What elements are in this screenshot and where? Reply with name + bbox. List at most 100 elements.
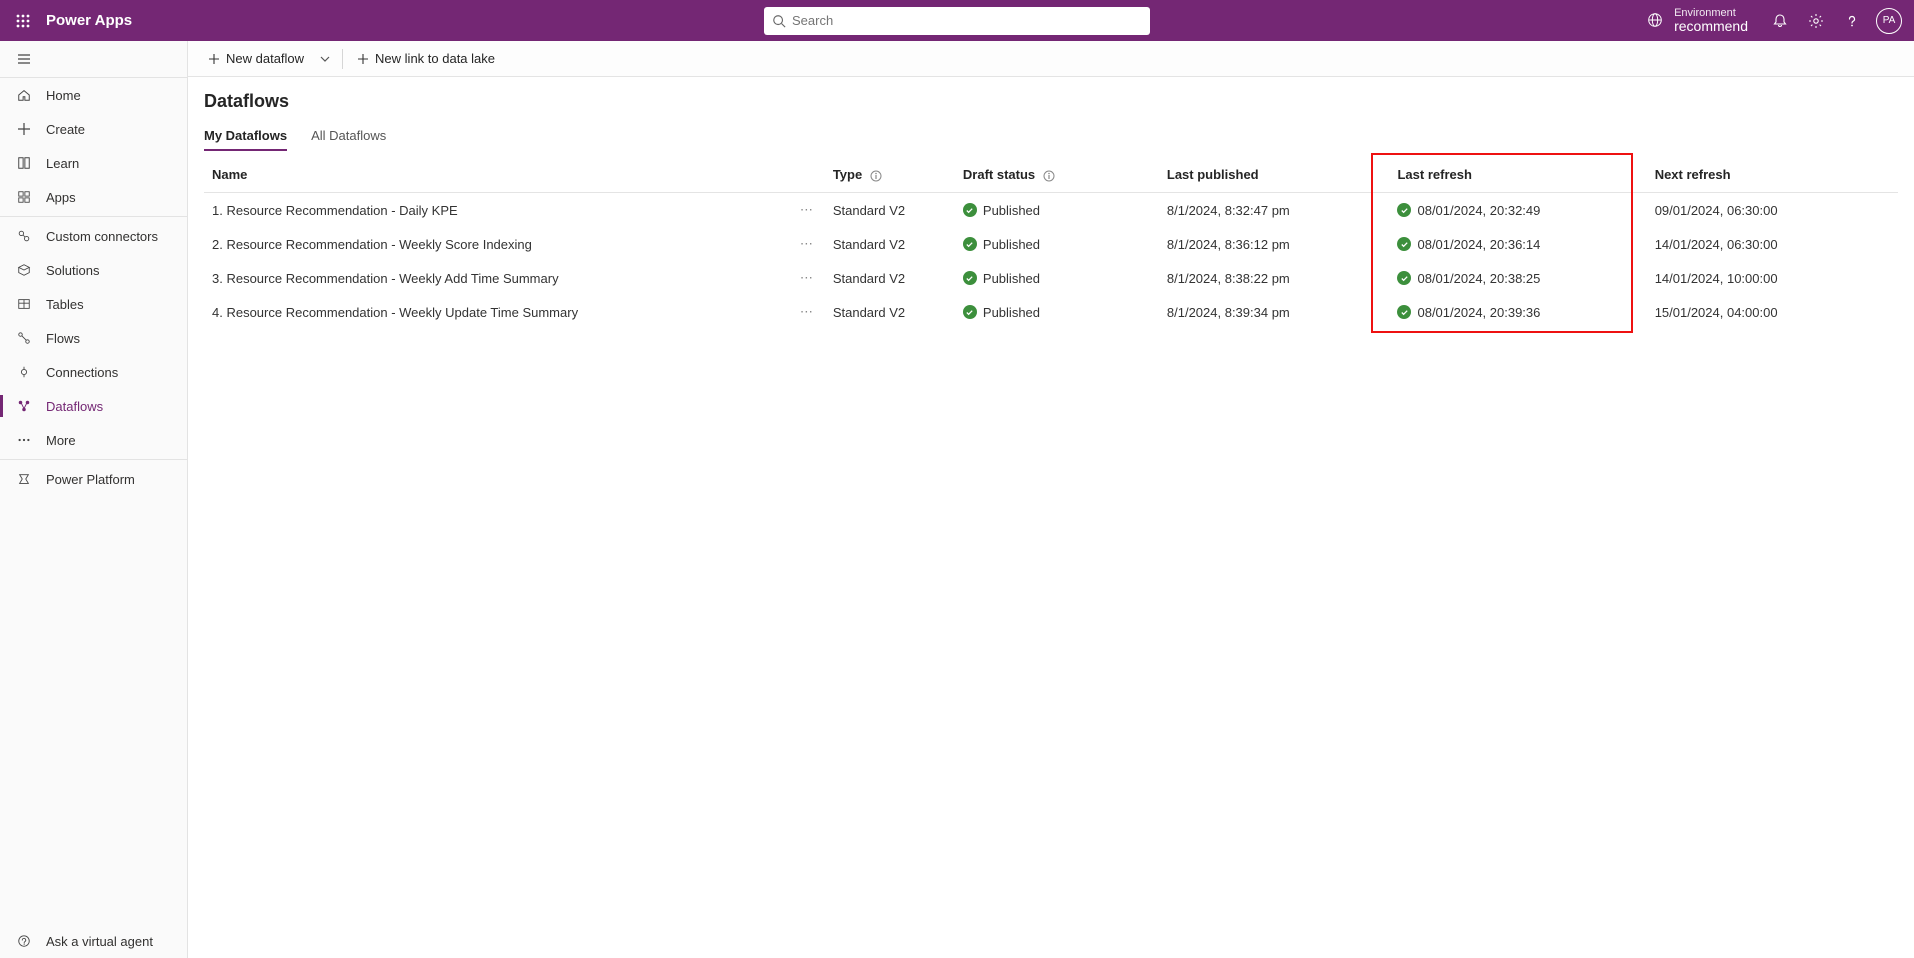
new-link-data-lake-button[interactable]: New link to data lake xyxy=(349,44,503,74)
cell-published: 8/1/2024, 8:36:12 pm xyxy=(1159,227,1390,261)
nav-label: Ask a virtual agent xyxy=(46,934,153,949)
environment-name: recommend xyxy=(1674,19,1748,34)
cell-draft: Published xyxy=(955,261,1159,295)
check-circle-icon xyxy=(963,271,977,285)
notifications-button[interactable] xyxy=(1762,3,1798,39)
cell-next-refresh: 14/01/2024, 10:00:00 xyxy=(1647,261,1898,295)
nav-learn[interactable]: Learn xyxy=(0,146,187,180)
cell-name: 1. Resource Recommendation - Daily KPE ⋯ xyxy=(204,193,825,228)
col-header-draft[interactable]: Draft status xyxy=(955,157,1159,193)
home-icon xyxy=(17,88,31,102)
col-header-name[interactable]: Name xyxy=(204,157,825,193)
nav-label: Dataflows xyxy=(46,399,103,414)
nav-home[interactable]: Home xyxy=(0,78,187,112)
info-icon[interactable] xyxy=(1043,170,1055,182)
apps-icon xyxy=(17,190,31,204)
nav-label: More xyxy=(46,433,76,448)
nav-dataflows[interactable]: Dataflows xyxy=(0,389,187,423)
flows-icon xyxy=(17,331,31,345)
nav-label: Learn xyxy=(46,156,79,171)
ask-virtual-agent[interactable]: Ask a virtual agent xyxy=(0,924,187,958)
check-circle-icon xyxy=(963,237,977,251)
nav-power-platform[interactable]: Power Platform xyxy=(0,462,187,496)
cell-name: 2. Resource Recommendation - Weekly Scor… xyxy=(204,227,825,261)
table-row[interactable]: 3. Resource Recommendation - Weekly Add … xyxy=(204,261,1898,295)
plus-icon xyxy=(208,53,220,65)
check-circle-icon xyxy=(963,305,977,319)
chat-help-icon xyxy=(17,934,31,948)
search-input[interactable] xyxy=(786,13,1142,28)
row-more-button[interactable]: ⋯ xyxy=(796,236,817,252)
table-header-row: Name Type Draft status Last published La… xyxy=(204,157,1898,193)
environment-label: Environment xyxy=(1674,7,1748,19)
check-circle-icon xyxy=(1397,203,1411,217)
table-row[interactable]: 1. Resource Recommendation - Daily KPE ⋯… xyxy=(204,193,1898,228)
cell-name: 4. Resource Recommendation - Weekly Upda… xyxy=(204,295,825,329)
nav-tables[interactable]: Tables xyxy=(0,287,187,321)
table-row[interactable]: 2. Resource Recommendation - Weekly Scor… xyxy=(204,227,1898,261)
app-title: Power Apps xyxy=(46,12,132,29)
row-more-button[interactable]: ⋯ xyxy=(796,270,817,286)
nav-label: Power Platform xyxy=(46,472,135,487)
nav-create[interactable]: Create xyxy=(0,112,187,146)
check-circle-icon xyxy=(963,203,977,217)
tab-all-dataflows[interactable]: All Dataflows xyxy=(311,122,386,151)
search-box[interactable] xyxy=(764,7,1150,35)
settings-button[interactable] xyxy=(1798,3,1834,39)
nav-collapse-button[interactable] xyxy=(0,41,187,77)
tab-label: All Dataflows xyxy=(311,128,386,143)
help-button[interactable] xyxy=(1834,3,1870,39)
plus-icon xyxy=(357,53,369,65)
tab-my-dataflows[interactable]: My Dataflows xyxy=(204,122,287,151)
nav-connections[interactable]: Connections xyxy=(0,355,187,389)
waffle-icon xyxy=(16,14,30,28)
connections-icon xyxy=(17,365,31,379)
nav-label: Create xyxy=(46,122,85,137)
col-header-type[interactable]: Type xyxy=(825,157,955,193)
row-more-button[interactable]: ⋯ xyxy=(796,202,817,218)
nav-label: Solutions xyxy=(46,263,99,278)
cell-draft: Published xyxy=(955,227,1159,261)
cell-draft: Published xyxy=(955,193,1159,228)
cell-next-refresh: 09/01/2024, 06:30:00 xyxy=(1647,193,1898,228)
cell-published: 8/1/2024, 8:39:34 pm xyxy=(1159,295,1390,329)
new-dataflow-button[interactable]: New dataflow xyxy=(200,44,312,74)
nav-solutions[interactable]: Solutions xyxy=(0,253,187,287)
command-bar: New dataflow New link to data lake xyxy=(188,41,1914,77)
titlebar: Power Apps Environment recommend PA xyxy=(0,0,1914,41)
info-icon[interactable] xyxy=(870,170,882,182)
table-row[interactable]: 4. Resource Recommendation - Weekly Upda… xyxy=(204,295,1898,329)
cell-type: Standard V2 xyxy=(825,193,955,228)
col-header-published[interactable]: Last published xyxy=(1159,157,1390,193)
more-icon xyxy=(17,433,31,447)
bell-icon xyxy=(1772,13,1788,29)
dataflows-table: Name Type Draft status Last published La… xyxy=(204,157,1898,329)
nav-label: Connections xyxy=(46,365,118,380)
check-circle-icon xyxy=(1397,271,1411,285)
row-more-button[interactable]: ⋯ xyxy=(796,304,817,320)
cell-type: Standard V2 xyxy=(825,295,955,329)
nav-more[interactable]: More xyxy=(0,423,187,457)
nav-apps[interactable]: Apps xyxy=(0,180,187,214)
nav-label: Apps xyxy=(46,190,76,205)
plus-icon xyxy=(17,122,31,136)
environment-icon xyxy=(1646,11,1664,29)
page-body: Dataflows My Dataflows All Dataflows Nam… xyxy=(188,77,1914,329)
book-icon xyxy=(17,156,31,170)
environment-picker[interactable]: Environment recommend xyxy=(1636,7,1758,34)
nav-custom-connectors[interactable]: Custom connectors xyxy=(0,219,187,253)
cell-next-refresh: 14/01/2024, 06:30:00 xyxy=(1647,227,1898,261)
app-launcher-button[interactable] xyxy=(6,4,40,38)
platform-icon xyxy=(17,472,31,486)
cmd-label: New dataflow xyxy=(226,51,304,66)
connector-icon xyxy=(17,229,31,243)
new-dataflow-menu-button[interactable] xyxy=(314,44,336,74)
col-header-last-refresh[interactable]: Last refresh xyxy=(1389,157,1646,193)
cell-name: 3. Resource Recommendation - Weekly Add … xyxy=(204,261,825,295)
main-region: New dataflow New link to data lake Dataf… xyxy=(188,41,1914,958)
nav-flows[interactable]: Flows xyxy=(0,321,187,355)
cell-last-refresh: 08/01/2024, 20:36:14 xyxy=(1389,227,1646,261)
account-avatar[interactable]: PA xyxy=(1876,8,1902,34)
page-title: Dataflows xyxy=(204,91,1898,112)
col-header-next-refresh[interactable]: Next refresh xyxy=(1647,157,1898,193)
